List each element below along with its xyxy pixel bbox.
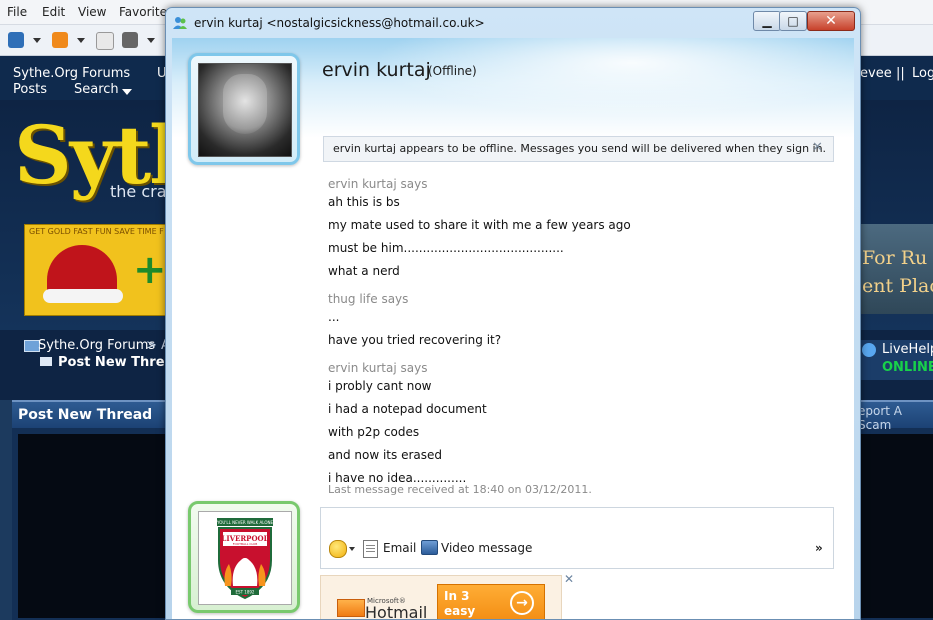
liverpool-crest-icon: YOU'LL NEVER WALK ALONE LIVERPOOL FOOTBA… <box>216 518 274 600</box>
minimize-icon: ▁ <box>762 14 772 28</box>
envelope-icon <box>337 599 365 617</box>
contact-name: ervin kurtaj <box>322 59 431 81</box>
livehelp-label: LiveHelp <box>882 342 933 357</box>
nav-search-link[interactable]: Search <box>74 82 119 97</box>
chevron-down-icon[interactable] <box>122 89 132 95</box>
message-input[interactable] <box>321 508 837 536</box>
arrow-right-icon: → <box>510 591 534 615</box>
contact-avatar[interactable] <box>188 53 300 165</box>
message-line: with p2p codes <box>328 425 420 439</box>
offline-notice: ervin kurtaj appears to be offline. Mess… <box>323 136 834 162</box>
offline-notice-text: ervin kurtaj appears to be offline. Mess… <box>333 142 827 155</box>
gold-advert-text: GET GOLD FAST FUN SAVE TIME F <box>29 227 164 236</box>
minimize-button[interactable]: ▁ <box>753 11 781 31</box>
video-message-label: Video message <box>441 541 533 555</box>
rss-icon[interactable] <box>52 32 68 48</box>
message-line: ... <box>328 310 340 324</box>
sender-header: ervin kurtaj says <box>328 177 428 191</box>
contact-photo-face <box>223 74 267 134</box>
chevron-down-icon[interactable] <box>33 38 41 43</box>
message-line: have you tried recovering it? <box>328 333 502 347</box>
own-avatar-photo: YOU'LL NEVER WALK ALONE LIVERPOOL FOOTBA… <box>198 511 292 605</box>
home-icon[interactable] <box>8 32 24 48</box>
window-title: ervin kurtaj <nostalgicsickness@hotmail.… <box>194 16 485 30</box>
report-scam-link[interactable]: eport A Scam <box>858 404 933 432</box>
sender-header: ervin kurtaj says <box>328 361 428 375</box>
last-message-timestamp: Last message received at 18:40 on 03/12/… <box>328 483 592 496</box>
breadcrumb-root[interactable]: Sythe.Org Forums <box>38 338 155 353</box>
message-line: my mate used to share it with me a few y… <box>328 218 631 232</box>
chat-bubble-icon <box>862 343 876 357</box>
breadcrumb-current: Post New Threa <box>58 355 174 370</box>
hotmail-cta-text: In 3 easy steps <box>444 589 476 618</box>
window-titlebar[interactable]: ervin kurtaj <nostalgicsickness@hotmail.… <box>166 8 860 38</box>
nav-separator: || <box>896 66 905 81</box>
close-button[interactable]: ✕ <box>807 11 855 31</box>
close-icon[interactable]: ✕ <box>812 140 823 155</box>
crest-club-sub: FOOTBALL CLUB <box>233 542 258 546</box>
rune-advert-line: ent Plac <box>862 275 933 297</box>
contact-status: (Offline) <box>428 64 477 78</box>
messenger-window: ervin kurtaj <nostalgicsickness@hotmail.… <box>165 7 861 620</box>
maximize-button[interactable]: □ <box>779 11 807 31</box>
chevron-down-icon <box>349 547 355 551</box>
message-line: i probly cant now <box>328 379 432 393</box>
message-line: i had a notepad document <box>328 402 487 416</box>
rune-advert-line: For Ru <box>862 247 928 269</box>
contact-photo <box>198 63 292 157</box>
livehelp-status: ONLINE <box>882 360 933 375</box>
rune-advert-text: For Ru ent Plac <box>862 244 933 300</box>
print-icon[interactable] <box>122 32 138 48</box>
menu-file[interactable]: File <box>7 5 27 19</box>
hotmail-advert-cta[interactable]: In 3 easy steps → <box>437 584 545 619</box>
nav-posts-link[interactable]: Posts <box>13 82 47 97</box>
document-icon <box>363 540 378 558</box>
post-thread-title: Post New Thread <box>18 407 153 423</box>
folder-icon <box>40 357 52 366</box>
header-swoosh <box>372 38 854 118</box>
nav-logout-link[interactable]: Log <box>912 66 933 81</box>
own-avatar[interactable]: YOU'LL NEVER WALK ALONE LIVERPOOL FOOTBA… <box>188 501 300 613</box>
message-line: must be him.............................… <box>328 241 564 255</box>
hotmail-advert[interactable]: Microsoft® Hotmail In 3 easy steps → <box>320 575 562 619</box>
plus-icon: + <box>133 247 167 293</box>
crest-year: EST 1892 <box>236 590 255 595</box>
crest-banner-text: YOU'LL NEVER WALK ALONE <box>216 520 274 525</box>
maximize-icon: □ <box>787 14 799 28</box>
santa-hat-trim <box>43 289 123 303</box>
emoticon-button[interactable] <box>329 540 359 558</box>
site-tagline: the cra <box>110 182 167 201</box>
mail-icon[interactable] <box>96 32 114 50</box>
smiley-icon <box>329 540 347 558</box>
close-icon: ✕ <box>825 13 837 29</box>
close-icon[interactable]: ✕ <box>564 572 574 586</box>
chevron-down-icon[interactable] <box>147 38 155 43</box>
compose-toolbar: Email Video message » <box>321 538 833 566</box>
video-icon <box>421 540 438 555</box>
conversation-history[interactable]: ervin kurtaj says ah this is bs my mate … <box>328 169 838 499</box>
message-line: and now its erased <box>328 448 442 462</box>
gold-advert[interactable]: GET GOLD FAST FUN SAVE TIME F + <box>24 224 168 316</box>
rune-advert[interactable]: For Ru ent Plac <box>858 224 933 314</box>
sender-header: thug life says <box>328 292 409 306</box>
messenger-icon <box>173 17 187 29</box>
nav-user-link[interactable]: evee <box>860 66 892 81</box>
message-line: what a nerd <box>328 264 400 278</box>
email-label: Email <box>383 541 417 555</box>
menu-edit[interactable]: Edit <box>42 5 65 19</box>
hotmail-advert-brand: Hotmail <box>365 603 428 619</box>
nav-forums-link[interactable]: Sythe.Org Forums <box>13 66 130 81</box>
menu-view[interactable]: View <box>78 5 106 19</box>
livehelp-widget[interactable]: LiveHelp ONLINE <box>858 340 933 380</box>
chevron-down-icon[interactable] <box>77 38 85 43</box>
compose-box: Email Video message » <box>320 507 837 569</box>
conversation-client: ervin kurtaj (Offline) ervin kurtaj appe… <box>172 38 854 619</box>
more-options-button[interactable]: » <box>815 541 823 555</box>
message-line: ah this is bs <box>328 195 400 209</box>
